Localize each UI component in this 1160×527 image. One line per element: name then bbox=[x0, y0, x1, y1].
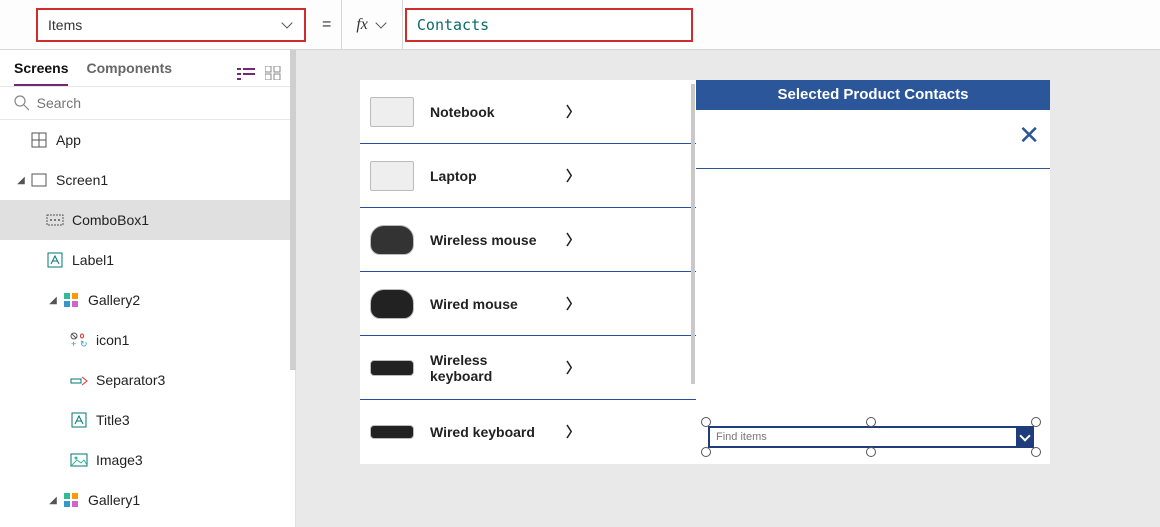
svg-text:+: + bbox=[71, 339, 76, 348]
app-icon bbox=[30, 131, 48, 149]
tree-image3[interactable]: Image3 bbox=[0, 440, 295, 480]
product-gallery: Notebook 〉 Laptop 〉 Wireless mouse 〉 Wir… bbox=[360, 80, 696, 464]
gallery-scrollbar[interactable] bbox=[691, 84, 695, 384]
icon-group-icon: +↻ bbox=[70, 331, 88, 349]
tree-title3[interactable]: Title3 bbox=[0, 400, 295, 440]
gallery-item[interactable]: Laptop 〉 bbox=[360, 144, 696, 208]
formula-text: Contacts bbox=[417, 16, 489, 34]
property-name: Items bbox=[48, 17, 82, 33]
tree-app[interactable]: App bbox=[0, 120, 295, 160]
tree-label: Gallery1 bbox=[88, 492, 140, 508]
resize-handle[interactable] bbox=[866, 447, 876, 457]
svg-text:↻: ↻ bbox=[80, 339, 88, 348]
gallery-item[interactable]: Notebook 〉 bbox=[360, 80, 696, 144]
combobox-dropdown-button[interactable] bbox=[1016, 426, 1034, 448]
tree-separator3[interactable]: Separator3 bbox=[0, 360, 295, 400]
tab-components[interactable]: Components bbox=[86, 60, 172, 86]
tree-label: ComboBox1 bbox=[72, 212, 149, 228]
chevron-right-icon: 〉 bbox=[566, 230, 686, 250]
combobox-input[interactable]: Find items bbox=[708, 426, 1034, 448]
tree-label: App bbox=[56, 132, 81, 148]
chevron-right-icon: 〉 bbox=[566, 358, 686, 378]
resize-handle[interactable] bbox=[1031, 417, 1041, 427]
list-view-icon[interactable] bbox=[237, 66, 255, 80]
grid-view-icon[interactable] bbox=[265, 66, 281, 80]
gallery-icon bbox=[62, 491, 80, 509]
tree-label: icon1 bbox=[96, 332, 129, 348]
gallery-icon bbox=[62, 291, 80, 309]
chevron-right-icon: 〉 bbox=[566, 294, 686, 314]
product-thumb bbox=[370, 97, 414, 127]
separator-icon bbox=[70, 371, 88, 389]
screen-icon bbox=[30, 171, 48, 189]
product-label: Notebook bbox=[430, 104, 550, 120]
gallery-item[interactable]: Wired keyboard 〉 bbox=[360, 400, 696, 464]
label-icon bbox=[70, 411, 88, 429]
tree-label: Screen1 bbox=[56, 172, 108, 188]
product-thumb bbox=[370, 289, 414, 319]
close-icon[interactable]: ✕ bbox=[1018, 120, 1040, 151]
equals-symbol: = bbox=[322, 16, 331, 34]
chevron-down-icon bbox=[280, 18, 294, 32]
gallery-item[interactable]: Wired mouse 〉 bbox=[360, 272, 696, 336]
formula-bar: Items = fx Contacts bbox=[0, 0, 1160, 50]
tree-screen1[interactable]: ◢ Screen1 bbox=[0, 160, 295, 200]
tree-label: Separator3 bbox=[96, 372, 165, 388]
image-icon bbox=[70, 451, 88, 469]
chevron-right-icon: 〉 bbox=[566, 102, 686, 122]
tree-label: Gallery2 bbox=[88, 292, 140, 308]
resize-handle[interactable] bbox=[1031, 447, 1041, 457]
product-label: Wired keyboard bbox=[430, 424, 550, 440]
property-selector[interactable]: Items bbox=[36, 8, 306, 42]
resize-handle[interactable] bbox=[701, 447, 711, 457]
chevron-down-icon bbox=[374, 18, 388, 32]
search-icon bbox=[14, 95, 29, 111]
combobox-selection[interactable]: Find items bbox=[706, 422, 1036, 452]
chevron-right-icon: 〉 bbox=[566, 166, 686, 186]
tree-label1[interactable]: Label1 bbox=[0, 240, 295, 280]
product-thumb bbox=[370, 360, 414, 376]
fx-button[interactable]: fx bbox=[341, 0, 403, 49]
gallery-item[interactable]: Wireless keyboard 〉 bbox=[360, 336, 696, 400]
tab-screens[interactable]: Screens bbox=[14, 60, 68, 86]
tree-label: Title3 bbox=[96, 412, 130, 428]
app-stage: Notebook 〉 Laptop 〉 Wireless mouse 〉 Wir… bbox=[360, 80, 1050, 464]
tree-gallery2[interactable]: ◢ Gallery2 bbox=[0, 280, 295, 320]
product-label: Wireless mouse bbox=[430, 232, 550, 248]
product-thumb bbox=[370, 161, 414, 191]
tree-panel: Screens Components App ◢ bbox=[0, 50, 296, 527]
combobox-icon bbox=[46, 211, 64, 229]
gallery-item[interactable]: Wireless mouse 〉 bbox=[360, 208, 696, 272]
tree-icon1[interactable]: +↻ icon1 bbox=[0, 320, 295, 360]
search-input[interactable] bbox=[37, 95, 281, 111]
tree-label: Image3 bbox=[96, 452, 143, 468]
tree-label: Label1 bbox=[72, 252, 114, 268]
resize-handle[interactable] bbox=[866, 417, 876, 427]
resize-handle[interactable] bbox=[701, 417, 711, 427]
panel-header: Selected Product Contacts bbox=[696, 80, 1050, 110]
combobox-placeholder: Find items bbox=[716, 431, 767, 443]
contacts-panel: Selected Product Contacts ✕ Find items bbox=[696, 80, 1050, 464]
product-label: Wireless keyboard bbox=[430, 352, 550, 384]
formula-input[interactable]: Contacts bbox=[405, 8, 693, 42]
product-thumb bbox=[370, 225, 414, 255]
separator-line bbox=[696, 168, 1050, 169]
tree-gallery1[interactable]: ◢ Gallery1 bbox=[0, 480, 295, 520]
label-icon bbox=[46, 251, 64, 269]
design-canvas[interactable]: Notebook 〉 Laptop 〉 Wireless mouse 〉 Wir… bbox=[296, 50, 1160, 527]
chevron-right-icon: 〉 bbox=[566, 422, 686, 442]
tree-combobox1[interactable]: ComboBox1 bbox=[0, 200, 295, 240]
fx-label: fx bbox=[356, 16, 368, 34]
product-label: Wired mouse bbox=[430, 296, 550, 312]
product-label: Laptop bbox=[430, 168, 550, 184]
product-thumb bbox=[370, 425, 414, 439]
